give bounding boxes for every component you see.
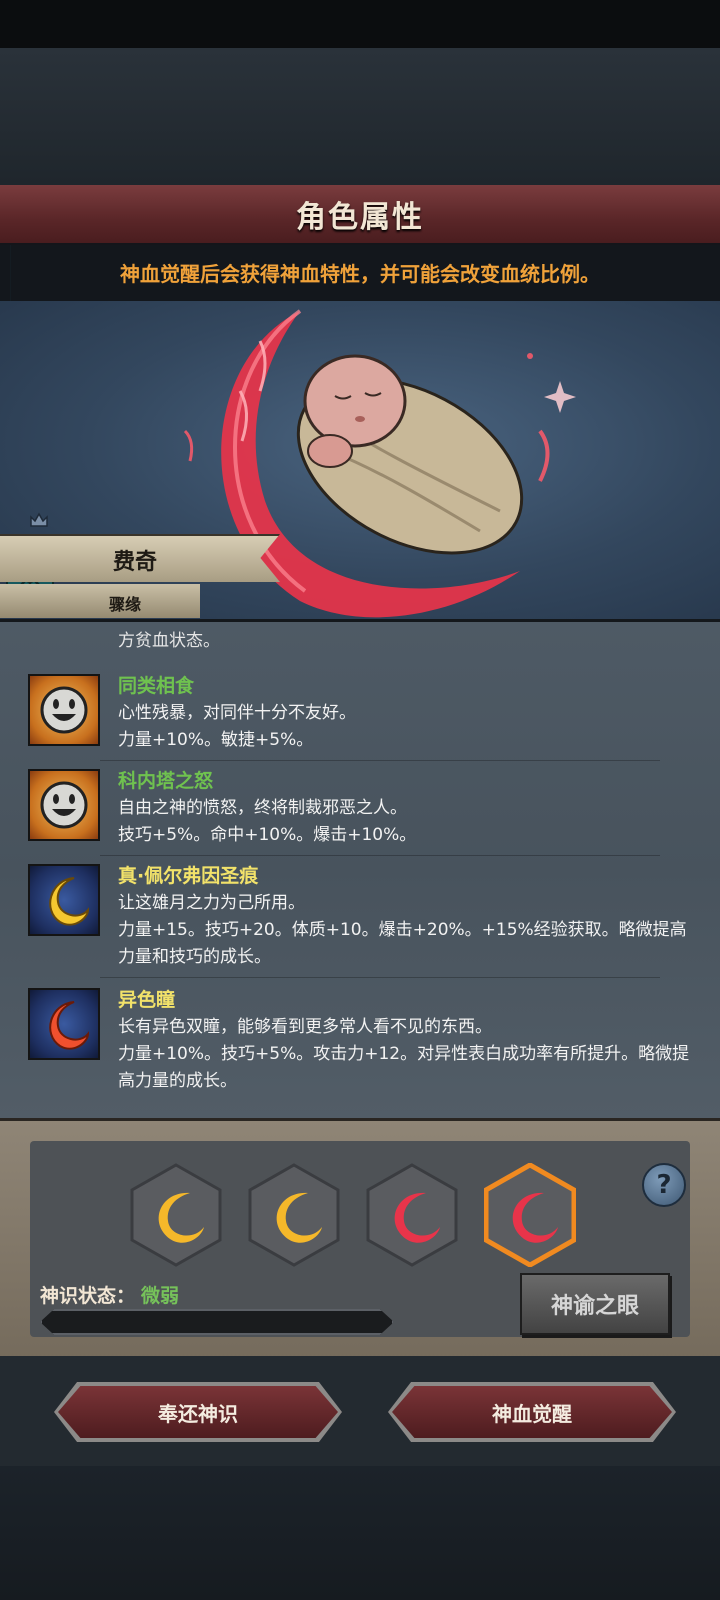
return-divine-sense-button[interactable]: 奉还神识 <box>58 1386 338 1438</box>
trait-effect-line: 力量+15。技巧+20。体质+10。爆击+20%。+15%经验获取。略微提高力量… <box>118 920 687 967</box>
divider <box>100 760 660 761</box>
subtitle-banner: 骤缘 <box>0 584 200 618</box>
divine-slot-gold[interactable] <box>248 1163 340 1267</box>
smiley-face-icon <box>28 769 100 841</box>
trait-desc-line: 让这雄月之力为己所用。 <box>118 893 305 913</box>
character-subtitle: 骤缘 <box>108 595 141 614</box>
trait-name: 真·佩尔弗因圣痕 <box>118 865 259 887</box>
trait-list[interactable]: 方贫血状态。 同类相食 心性残暴，对同伴十分不友好。 力量+10%。敏捷+5%。 <box>0 622 720 1118</box>
trait-name: 异色瞳 <box>118 989 176 1011</box>
smiley-face-icon <box>28 674 100 746</box>
trait-effect-line: 技巧+5%。命中+10%。爆击+10%。 <box>118 825 417 845</box>
name-banner: 费奇 <box>0 534 280 582</box>
notice-bar: 神血觉醒后会获得神血特性，并可能会改变血统比例。 <box>0 243 720 301</box>
trait-desc-line: 心性残暴，对同伴十分不友好。 <box>118 703 356 723</box>
trait-description: 让这雄月之力为己所用。 力量+15。技巧+20。体质+10。爆击+20%。+15… <box>118 890 693 971</box>
trait-name: 科内塔之怒 <box>118 770 214 792</box>
divider <box>100 977 660 978</box>
divine-blood-awaken-button[interactable]: 神血觉醒 <box>392 1386 672 1438</box>
background-footer <box>0 1466 720 1600</box>
page-title: 角色属性 <box>296 200 424 235</box>
title-bar: 角色属性 <box>0 185 720 245</box>
notice-text: 神血觉醒后会获得神血特性，并可能会改变血统比例。 <box>120 261 600 286</box>
action-bar: 奉还神识 神血觉醒 <box>0 1356 720 1466</box>
trait-desc-line: 自由之神的愤怒，终将制裁邪恶之人。 <box>118 798 407 818</box>
trait-effect-line: 力量+10%。技巧+5%。攻击力+12。对异性表白成功率有所提升。略微提高力量的… <box>118 1044 690 1091</box>
trait-effect-line: 力量+10%。敏捷+5%。 <box>118 730 314 750</box>
divine-status: 神识状态： 微弱 <box>40 1281 179 1308</box>
trait-description: 心性残暴，对同伴十分不友好。 力量+10%。敏捷+5%。 <box>118 700 693 754</box>
red-crescent-icon <box>28 988 100 1060</box>
divine-progress-bar <box>40 1309 394 1335</box>
crown-icon <box>30 512 48 527</box>
character-name: 费奇 <box>112 550 157 575</box>
trait-name: 同类相食 <box>118 675 195 697</box>
divine-sense-inner: ? 神识状态： 微弱 神谕之眼 <box>30 1141 690 1337</box>
divine-slot-red[interactable] <box>366 1163 458 1267</box>
trait-desc-line: 长有异色双瞳，能够看到更多常人看不见的东西。 <box>118 1017 492 1037</box>
divine-sense-panel: ? 神识状态： 微弱 神谕之眼 <box>0 1118 720 1359</box>
trait-description: 自由之神的愤怒，终将制裁邪恶之人。 技巧+5%。命中+10%。爆击+10%。 <box>118 795 693 849</box>
divine-slot-gold[interactable] <box>130 1163 222 1267</box>
trait-description: 长有异色双瞳，能够看到更多常人看不见的东西。 力量+10%。技巧+5%。攻击力+… <box>118 1014 693 1095</box>
oracle-eye-button[interactable]: 神谕之眼 <box>520 1273 670 1335</box>
status-value: 微弱 <box>141 1285 180 1307</box>
character-attributes-screen: 角色属性 神血觉醒后会获得神血特性，并可能会改变血统比例。 费奇 骤缘 方贫血状… <box>0 0 720 1600</box>
truncated-trait-text: 方贫血状态。 <box>118 631 220 651</box>
help-button[interactable]: ? <box>642 1163 686 1207</box>
golden-crescent-icon <box>28 864 100 936</box>
status-label: 神识状态： <box>40 1285 136 1307</box>
divine-slot-red-selected[interactable] <box>484 1163 576 1267</box>
divider <box>100 855 660 856</box>
